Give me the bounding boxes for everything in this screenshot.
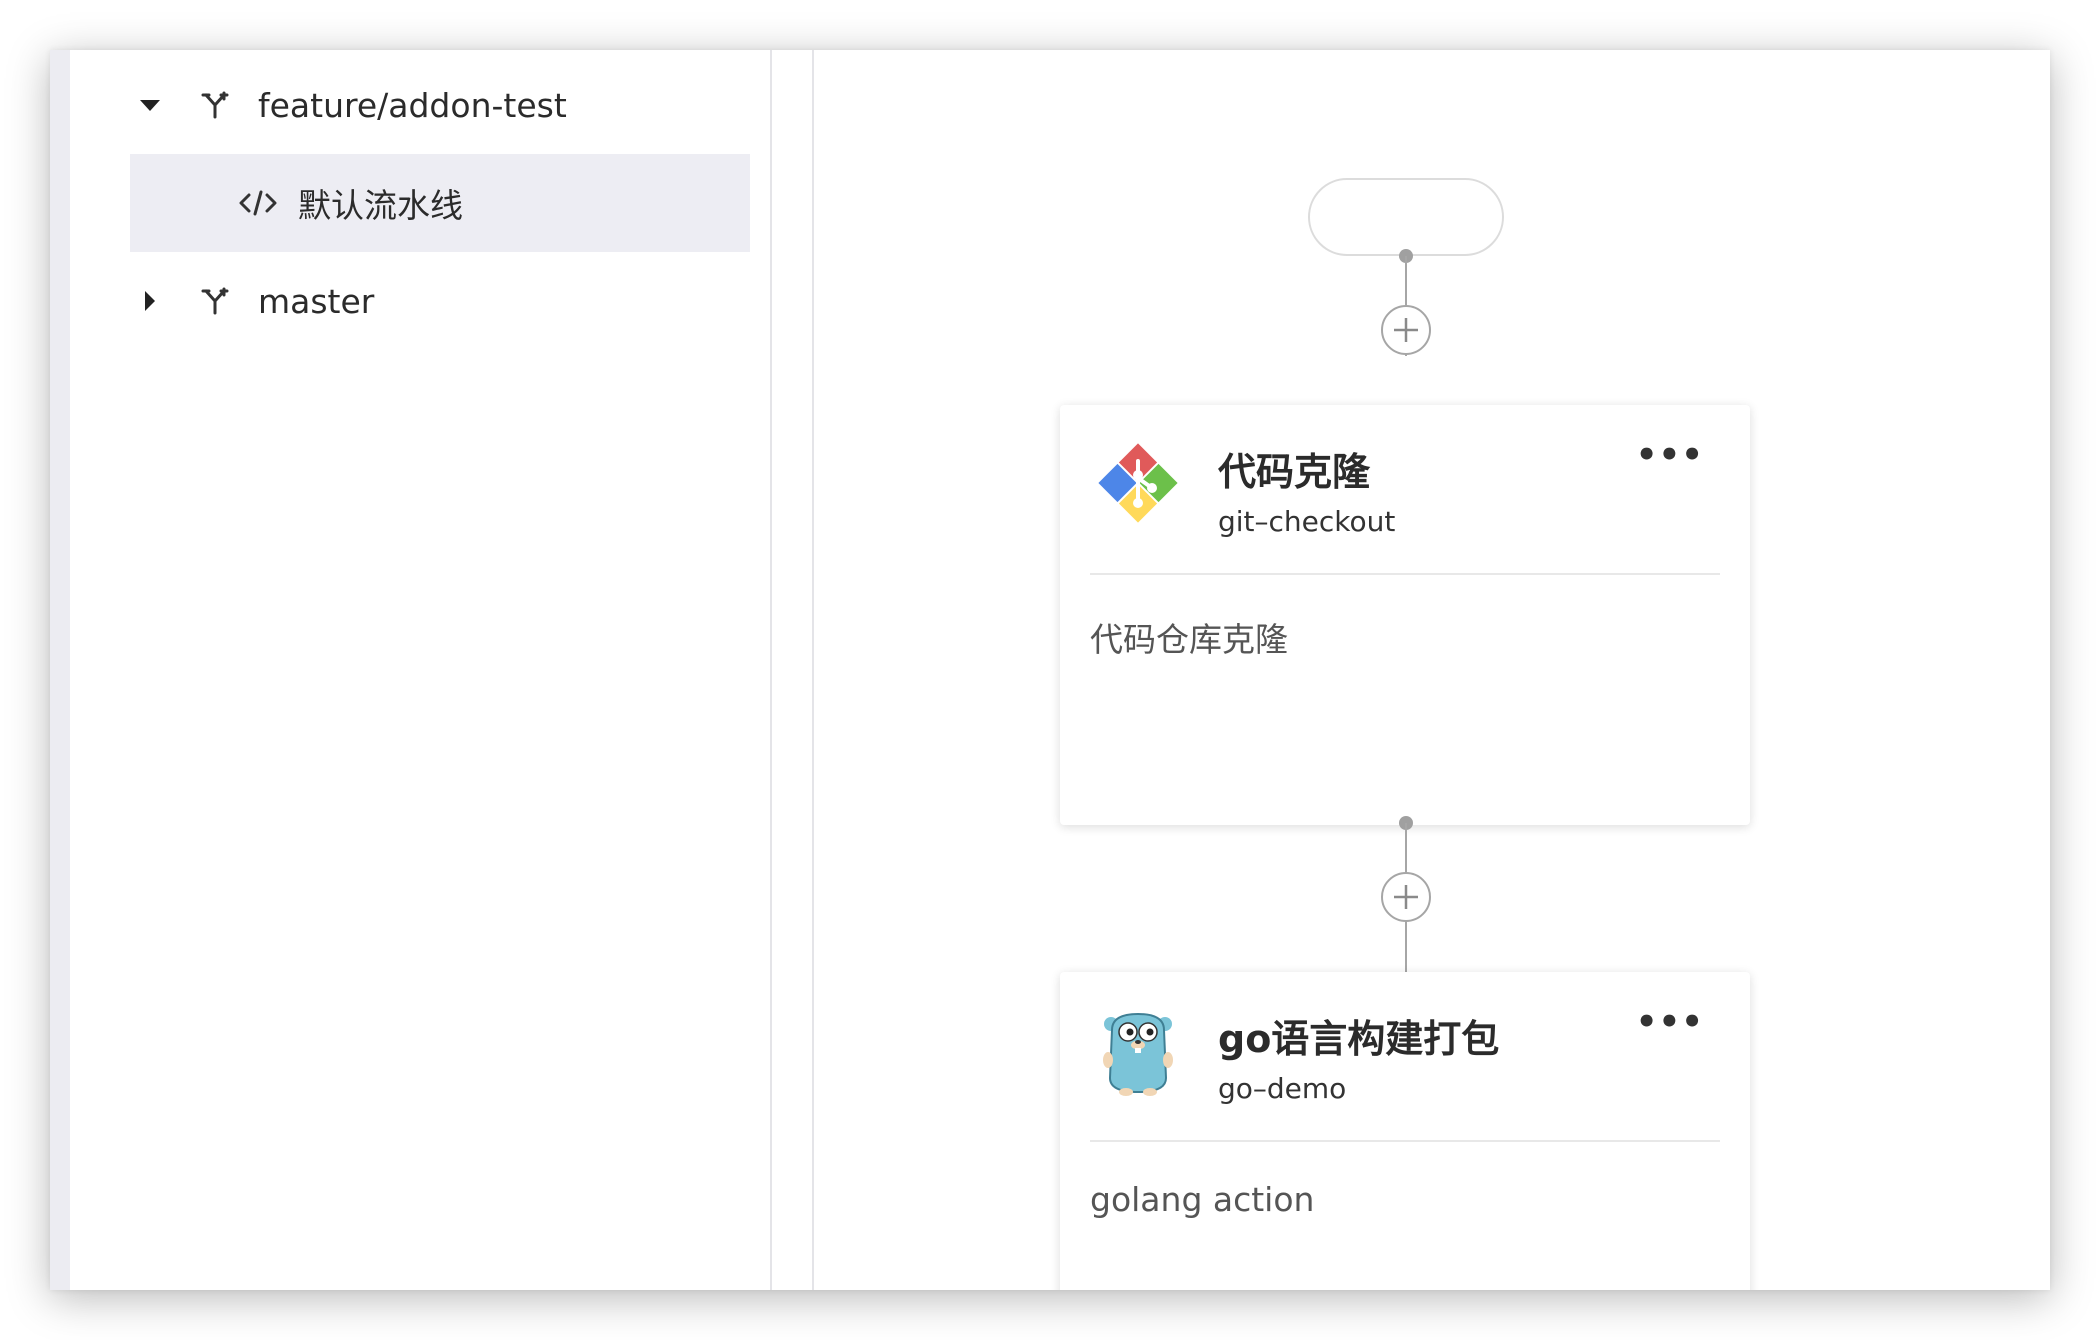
step-description: golang action [1090, 1180, 1315, 1219]
plus-icon [1394, 318, 1418, 342]
tree-item-pipeline-default[interactable]: 默认流水线 [130, 154, 750, 252]
left-edge-strip [50, 50, 70, 1290]
branch-label: feature/addon-test [258, 85, 567, 125]
step-description: 代码仓库克隆 [1090, 620, 1288, 659]
start-node[interactable] [1308, 178, 1504, 256]
step-title: 代码克隆 [1218, 450, 1371, 494]
tree-item-branch-master[interactable]: master [70, 252, 750, 350]
pipeline-canvas: 代码克隆 git–checkout ••• 代码仓库克隆 go语言构建打包 go… [814, 50, 2050, 1290]
plus-icon [1394, 885, 1418, 909]
step-card-go-build[interactable]: go语言构建打包 go–demo ••• golang action [1060, 972, 1750, 1290]
branch-icon [200, 90, 230, 120]
branch-tree-sidebar: feature/addon-test 默认流水线 master [70, 50, 820, 1290]
step-title: go语言构建打包 [1218, 1017, 1500, 1061]
git-logo-icon [1088, 433, 1188, 533]
more-options-button[interactable]: ••• [1636, 438, 1704, 472]
step-subtitle: git–checkout [1218, 505, 1396, 538]
caret-right-icon[interactable] [145, 291, 155, 311]
tree-item-branch-feature[interactable]: feature/addon-test [70, 56, 750, 154]
branch-label: master [258, 281, 375, 321]
app-window: feature/addon-test 默认流水线 master 代码克隆 git… [50, 50, 2050, 1290]
gutter [772, 50, 812, 1290]
step-card-git-checkout[interactable]: 代码克隆 git–checkout ••• 代码仓库克隆 [1060, 405, 1750, 825]
add-step-button[interactable] [1381, 305, 1431, 355]
add-step-button[interactable] [1381, 872, 1431, 922]
step-subtitle: go–demo [1218, 1072, 1347, 1105]
card-divider [1090, 573, 1720, 575]
pipeline-label: 默认流水线 [298, 186, 463, 225]
branch-icon [200, 286, 230, 316]
more-options-button[interactable]: ••• [1636, 1005, 1704, 1039]
caret-down-icon[interactable] [140, 99, 160, 111]
go-gopher-icon [1088, 1000, 1188, 1100]
code-icon [238, 188, 278, 218]
card-divider [1090, 1140, 1720, 1142]
